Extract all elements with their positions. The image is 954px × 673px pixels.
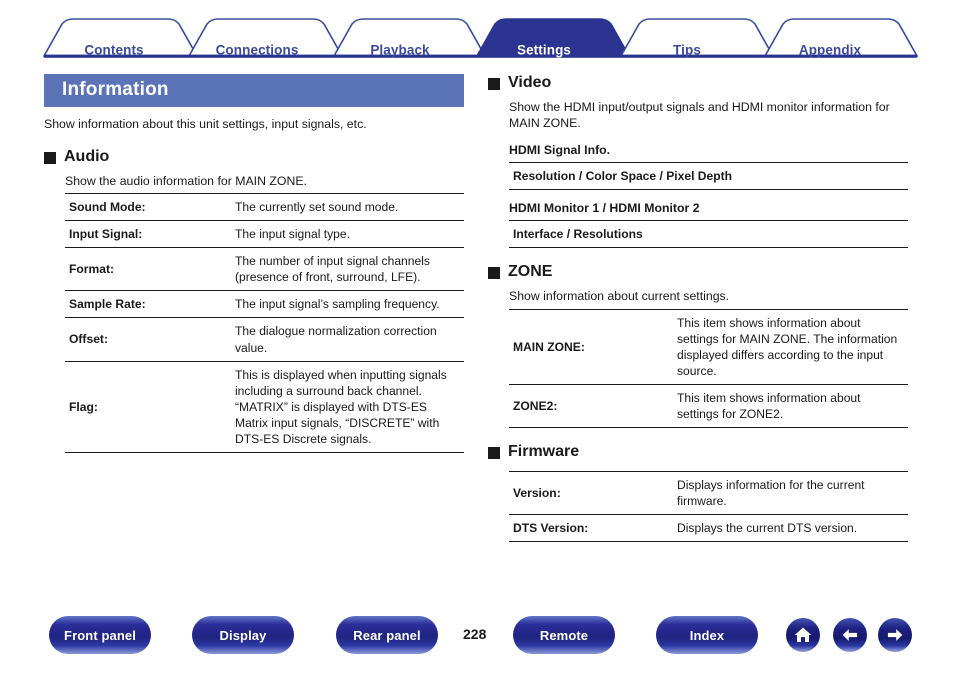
row-key: Offset: (65, 317, 233, 362)
section-title-video: Video (508, 74, 552, 91)
row-key: Format: (65, 247, 233, 292)
home-icon (793, 625, 813, 645)
row-value: Interface / Resolutions (509, 220, 908, 249)
section-title-audio: Audio (64, 147, 110, 165)
section-desc-video: Show the HDMI input/output signals and H… (509, 100, 890, 131)
table-row: MAIN ZONE: This item shows information a… (509, 308, 908, 385)
page-intro: Show information about this unit setting… (44, 117, 367, 131)
section-heading-firmware: Firmware (488, 443, 910, 461)
row-value: Resolution / Color Space / Pixel Depth (509, 161, 908, 191)
row-value: The dialogue normalization correction va… (233, 317, 464, 362)
arrow-left-icon (840, 625, 860, 645)
section-firmware: Firmware Version: Displays information f… (488, 443, 910, 543)
hdmi-monitor-table: Interface / Resolutions (509, 220, 908, 249)
row-value: This is displayed when inputting signals… (233, 361, 464, 454)
back-button[interactable] (833, 618, 867, 652)
section-heading-audio: Audio (44, 148, 464, 166)
row-value: This item shows information about settin… (675, 308, 908, 385)
display-button[interactable]: Display (192, 616, 294, 654)
bullet-square-icon (44, 151, 56, 164)
bullet-square-icon (488, 267, 500, 280)
row-value: The input signal type. (233, 220, 464, 249)
footer-nav: Front panel Display Rear panel 228 Remot… (0, 616, 954, 661)
section-heading-video: Video (488, 74, 910, 92)
row-value: This item shows information about settin… (675, 384, 908, 429)
row-key: Input Signal: (65, 220, 233, 249)
row-key: Version: (509, 471, 675, 516)
section-desc-zone: Show information about current settings. (509, 289, 730, 304)
subheading-hdmi-signal-info: HDMI Signal Info. (509, 142, 611, 157)
table-row: Sample Rate: The input signal’s sampling… (65, 290, 464, 319)
rear-panel-button[interactable]: Rear panel (336, 616, 438, 654)
remote-button[interactable]: Remote (513, 616, 615, 654)
table-row: Resolution / Color Space / Pixel Depth (509, 161, 908, 191)
arrow-right-icon (885, 625, 905, 645)
page-number: 228 (463, 626, 487, 642)
firmware-table: Version: Displays information for the cu… (509, 471, 908, 543)
section-title-firmware: Firmware (508, 443, 580, 461)
table-row: Sound Mode: The currently set sound mode… (65, 193, 464, 222)
hdmi-signal-info-table: Resolution / Color Space / Pixel Depth (509, 161, 908, 191)
row-key: MAIN ZONE: (509, 308, 675, 385)
forward-button[interactable] (878, 618, 912, 652)
table-row: Flag: This is displayed when inputting s… (65, 361, 464, 454)
table-row: Offset: The dialogue normalization corre… (65, 317, 464, 362)
front-panel-button[interactable]: Front panel (49, 616, 151, 654)
bullet-square-icon (488, 447, 500, 460)
row-value: Displays the current DTS version. (675, 514, 908, 543)
table-row: Format: The number of input signal chann… (65, 247, 464, 292)
home-button[interactable] (786, 618, 820, 652)
table-row: Input Signal: The input signal type. (65, 220, 464, 249)
table-row: DTS Version: Displays the current DTS ve… (509, 514, 908, 543)
bullet-square-icon (488, 78, 500, 90)
section-video: Video Show the HDMI input/output signals… (488, 74, 910, 249)
left-column: Information Show information about this … (44, 74, 464, 454)
row-key: Sample Rate: (65, 290, 233, 319)
zone-table: MAIN ZONE: This item shows information a… (509, 308, 908, 429)
row-key: DTS Version: (509, 514, 675, 543)
row-key: Flag: (65, 361, 233, 454)
right-column: Video Show the HDMI input/output signals… (488, 74, 910, 543)
audio-table: Sound Mode: The currently set sound mode… (65, 193, 464, 454)
table-row: ZONE2: This item shows information about… (509, 384, 908, 429)
row-value: The number of input signal channels (pre… (233, 247, 464, 292)
row-value: The currently set sound mode. (233, 193, 464, 222)
table-row: Interface / Resolutions (509, 220, 908, 249)
table-row: Version: Displays information for the cu… (509, 471, 908, 516)
section-audio: Audio Show the audio information for MAI… (44, 148, 464, 454)
subheading-hdmi-monitor: HDMI Monitor 1 / HDMI Monitor 2 (509, 201, 700, 216)
row-value: Displays information for the current fir… (675, 471, 908, 516)
row-key: Sound Mode: (65, 193, 233, 222)
section-desc-audio: Show the audio information for MAIN ZONE… (65, 173, 307, 188)
page-content: Information Show information about this … (0, 0, 954, 673)
section-zone: ZONE Show information about current sett… (488, 263, 910, 429)
row-value: The input signal’s sampling frequency. (233, 290, 464, 319)
section-title-zone: ZONE (508, 263, 553, 281)
index-button[interactable]: Index (656, 616, 758, 654)
section-heading-zone: ZONE (488, 263, 910, 281)
row-key: ZONE2: (509, 384, 675, 429)
page-title: Information (44, 74, 464, 107)
